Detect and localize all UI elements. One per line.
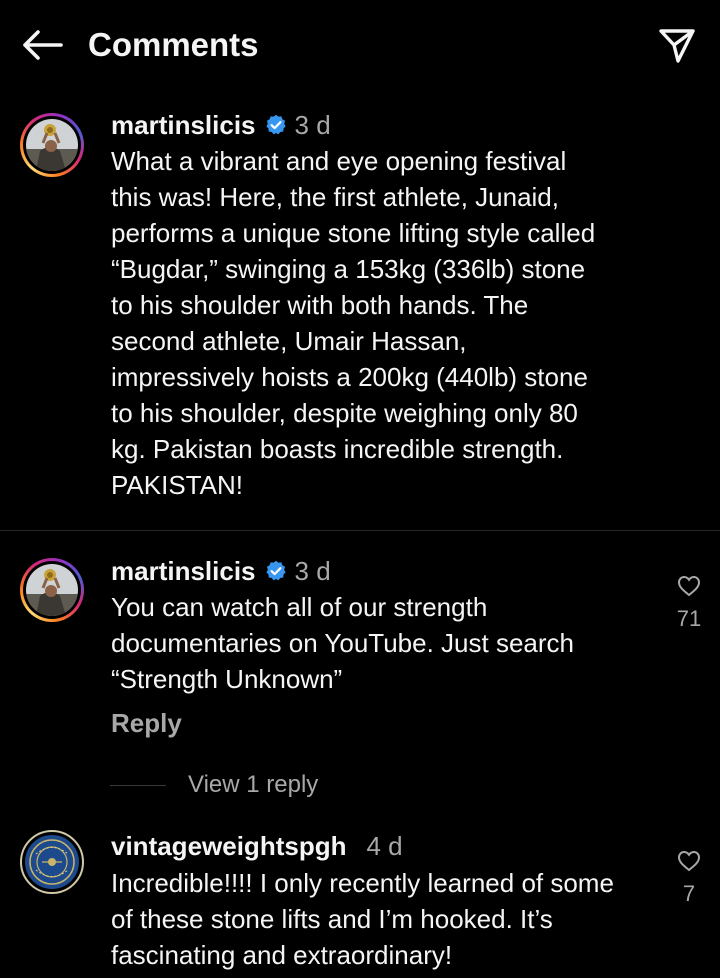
divider bbox=[0, 530, 720, 531]
avatar-photo bbox=[26, 119, 78, 171]
like-button[interactable] bbox=[676, 574, 702, 598]
comment-text: Incredible!!!! I only recently learned o… bbox=[111, 868, 614, 970]
timestamp: 3 d bbox=[294, 555, 331, 586]
share-button[interactable] bbox=[652, 22, 702, 68]
comment-meta: vintageweightspgh 4 d bbox=[111, 829, 403, 863]
caption-text: What a vibrant and eye opening festival … bbox=[111, 146, 596, 500]
username[interactable]: vintageweightspgh bbox=[111, 831, 346, 862]
heart-icon bbox=[677, 850, 701, 872]
like-group: 7 bbox=[668, 849, 710, 907]
avatar[interactable] bbox=[20, 558, 84, 622]
heart-icon bbox=[677, 575, 701, 597]
paper-plane-icon bbox=[659, 29, 695, 63]
like-group: 71 bbox=[668, 574, 710, 632]
verified-badge-icon bbox=[265, 114, 287, 136]
timestamp: 4 d bbox=[366, 830, 403, 861]
avatar[interactable] bbox=[20, 113, 84, 177]
arrow-left-icon bbox=[23, 30, 63, 60]
avatar-photo bbox=[25, 835, 79, 889]
reply-button[interactable]: Reply bbox=[111, 706, 182, 740]
caption-meta: martinslicis 3 d bbox=[111, 108, 331, 142]
verified-badge-icon bbox=[265, 560, 287, 582]
username[interactable]: martinslicis bbox=[111, 110, 256, 141]
like-count: 71 bbox=[676, 606, 702, 631]
back-button[interactable] bbox=[18, 24, 66, 66]
like-button[interactable] bbox=[676, 849, 702, 873]
username[interactable]: martinslicis bbox=[111, 556, 256, 587]
comment-meta: martinslicis 3 d bbox=[111, 554, 331, 588]
like-count: 7 bbox=[682, 881, 696, 906]
comment-text: You can watch all of our strength docume… bbox=[111, 592, 574, 694]
reply-thread-line bbox=[110, 784, 166, 786]
avatar-photo bbox=[26, 564, 78, 616]
view-replies-label: View 1 reply bbox=[188, 771, 319, 798]
page-title: Comments bbox=[88, 26, 259, 63]
avatar[interactable] bbox=[20, 830, 84, 894]
top-bar: Comments bbox=[0, 0, 720, 90]
timestamp: 3 d bbox=[294, 109, 331, 140]
view-replies-button[interactable]: View 1 reply bbox=[110, 768, 318, 802]
